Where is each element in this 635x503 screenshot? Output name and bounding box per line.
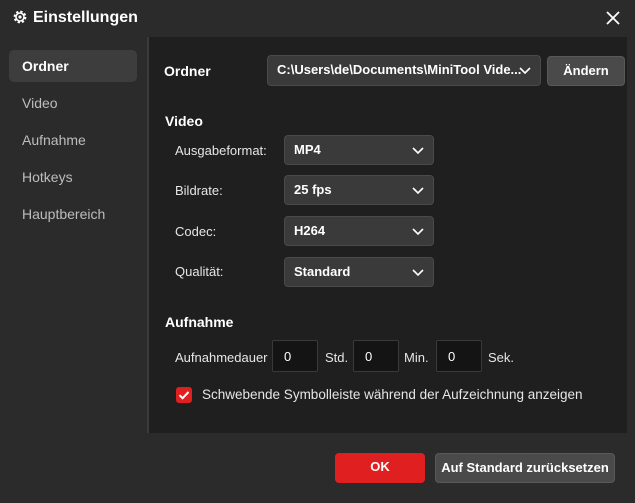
close-icon[interactable] [601, 6, 625, 30]
quality-label: Qualität: [175, 264, 224, 279]
folder-label: Ordner [164, 63, 211, 79]
title-bar: Einstellungen [0, 0, 635, 37]
format-label: Ausgabeformat: [175, 143, 267, 158]
seconds-unit: Sek. [488, 350, 515, 365]
folder-path-value: C:\Users\de\Documents\MiniTool Vide... [277, 62, 522, 77]
sidebar: Ordner Video Aufnahme Hotkeys Hauptberei… [0, 37, 147, 433]
sidebar-item-hotkeys[interactable]: Hotkeys [9, 161, 137, 193]
codec-label: Codec: [175, 224, 217, 239]
quality-select[interactable]: Standard [284, 257, 434, 287]
format-value: MP4 [294, 142, 321, 157]
quality-value: Standard [294, 264, 351, 279]
scrollbar[interactable] [627, 37, 635, 433]
recording-heading: Aufnahme [165, 314, 234, 330]
gear-icon [13, 10, 27, 24]
chevron-down-icon [519, 67, 531, 75]
floating-toolbar-label: Schwebende Symbolleiste während der Aufz… [202, 387, 583, 402]
change-folder-button[interactable]: Ändern [547, 56, 625, 86]
sidebar-item-hauptbereich[interactable]: Hauptbereich [9, 198, 137, 230]
check-icon [178, 391, 190, 400]
chevron-down-icon [412, 187, 424, 195]
format-select[interactable]: MP4 [284, 135, 434, 165]
floating-toolbar-checkbox[interactable] [176, 387, 192, 403]
minutes-input[interactable] [353, 340, 399, 372]
codec-value: H264 [294, 223, 326, 238]
chevron-down-icon [412, 147, 424, 155]
framerate-label: Bildrate: [175, 183, 223, 198]
seconds-input[interactable] [436, 340, 482, 372]
framerate-value: 25 fps [294, 182, 332, 197]
duration-label: Aufnahmedauer [175, 350, 268, 365]
framerate-select[interactable]: 25 fps [284, 175, 434, 205]
sidebar-item-ordner[interactable]: Ordner [9, 50, 137, 82]
hours-unit: Std. [325, 350, 349, 365]
hours-input[interactable] [272, 340, 318, 372]
window-title: Einstellungen [33, 9, 138, 26]
reset-defaults-button[interactable]: Auf Standard zurücksetzen [435, 453, 615, 483]
sidebar-item-aufnahme[interactable]: Aufnahme [9, 124, 137, 156]
sidebar-item-video[interactable]: Video [9, 87, 137, 119]
chevron-down-icon [412, 269, 424, 277]
video-heading: Video [165, 113, 203, 129]
folder-path-select[interactable]: C:\Users\de\Documents\MiniTool Vide... [267, 55, 541, 86]
codec-select[interactable]: H264 [284, 216, 434, 246]
chevron-down-icon [412, 228, 424, 236]
ok-button[interactable]: OK [335, 453, 425, 483]
minutes-unit: Min. [404, 350, 429, 365]
